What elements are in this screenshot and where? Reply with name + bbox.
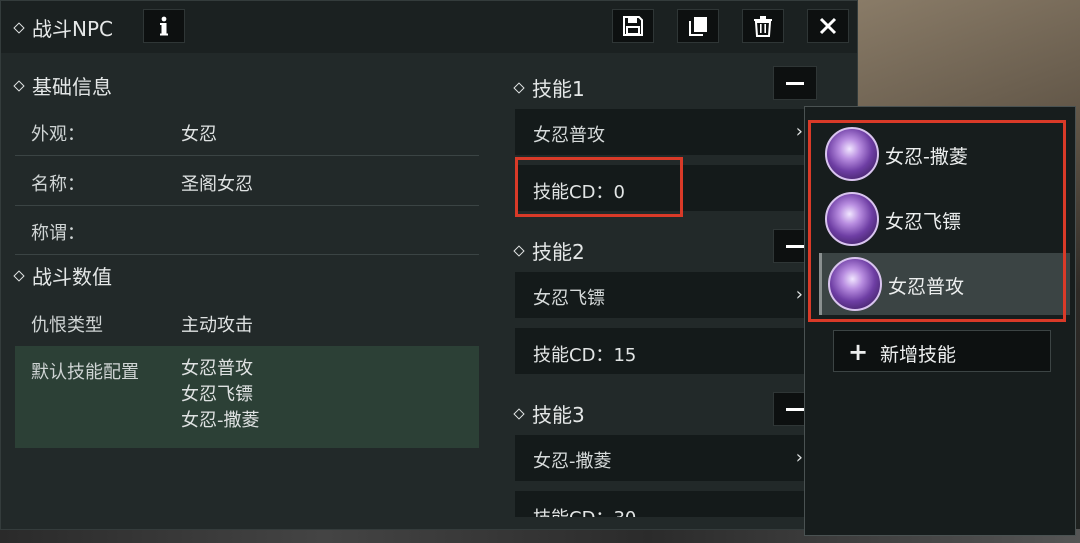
skill3-select[interactable]: 女忍-撒菱 › [515, 435, 815, 481]
delete-button[interactable] [742, 9, 784, 43]
skill2-select[interactable]: 女忍飞镖 › [515, 272, 815, 318]
hate-type-label: 仇恨类型 [31, 315, 103, 336]
skill3-value: 女忍-撒菱 [533, 451, 612, 472]
cd-value: 30 [613, 508, 636, 517]
default-skills-list: 女忍普攻 女忍飞镖 女忍-撒菱 [181, 356, 260, 434]
chevron-right-icon: › [795, 284, 803, 305]
diamond-icon [13, 269, 25, 282]
plus-icon: + [848, 338, 869, 366]
add-skill-label: 新增技能 [880, 344, 957, 366]
info-icon [160, 16, 168, 36]
diamond-icon [513, 244, 525, 257]
skill3-heading-text: 技能3 [532, 403, 585, 427]
combat-heading-text: 战斗数值 [32, 265, 112, 289]
skill2-value: 女忍飞镖 [533, 288, 605, 309]
skill3-cd-field[interactable]: 技能CD：30 [515, 491, 815, 517]
title-row[interactable]: 称谓： [15, 205, 479, 255]
skill1-value: 女忍普攻 [533, 125, 605, 146]
name-row[interactable]: 名称： 圣阁女忍 [15, 156, 479, 206]
combat-heading: 战斗数值 [13, 261, 112, 290]
skill2-heading: 技能2 [513, 236, 585, 265]
copy-icon [689, 17, 707, 36]
diamond-icon [513, 407, 525, 420]
save-button[interactable] [612, 9, 654, 43]
info-button[interactable] [143, 9, 185, 43]
list-item: 女忍普攻 [181, 358, 253, 379]
highlight-box-skill-list [808, 120, 1066, 322]
skill1-select[interactable]: 女忍普攻 › [515, 109, 815, 155]
window-title-text: 战斗NPC [32, 17, 113, 41]
title-bar: 战斗NPC [1, 1, 857, 53]
list-item: 女忍-撒菱 [181, 410, 260, 431]
hate-type-row[interactable]: 仇恨类型 主动攻击 [15, 297, 479, 347]
basic-info-heading-text: 基础信息 [32, 75, 112, 99]
close-icon [819, 17, 837, 35]
copy-button[interactable] [677, 9, 719, 43]
cd-label: 技能CD： [533, 345, 614, 366]
basic-info-heading: 基础信息 [13, 71, 112, 100]
skill1-heading: 技能1 [513, 73, 585, 102]
npc-editor-panel: 战斗NPC 基础信息 外观： 女忍 名称： 圣阁女忍 称谓： 战斗数值 仇恨类型… [0, 0, 858, 530]
diamond-icon [13, 79, 25, 92]
highlight-box-cd [515, 157, 683, 217]
name-value: 圣阁女忍 [181, 174, 253, 195]
add-skill-button[interactable]: + 新增技能 [833, 330, 1051, 372]
chevron-right-icon: › [795, 121, 803, 142]
remove-skill1-button[interactable] [773, 66, 817, 100]
chevron-right-icon: › [795, 447, 803, 468]
trash-icon [754, 16, 772, 37]
cd-label: 技能CD： [533, 508, 613, 517]
skill2-heading-text: 技能2 [532, 240, 585, 264]
close-button[interactable] [807, 9, 849, 43]
default-skills-label: 默认技能配置 [31, 362, 139, 383]
diamond-icon [13, 21, 25, 34]
title-label: 称谓： [31, 223, 85, 244]
skill3-heading: 技能3 [513, 399, 585, 428]
window-title: 战斗NPC [13, 13, 113, 42]
skill2-cd-text: 技能CD：15 [533, 341, 636, 367]
skill1-heading-text: 技能1 [532, 77, 585, 101]
skill2-cd-field[interactable]: 技能CD：15 [515, 328, 815, 374]
appearance-label: 外观： [31, 124, 85, 145]
appearance-value: 女忍 [181, 124, 217, 145]
default-skills-row[interactable]: 默认技能配置 女忍普攻 女忍飞镖 女忍-撒菱 [15, 346, 479, 448]
diamond-icon [513, 81, 525, 94]
save-icon [623, 16, 643, 36]
list-item: 女忍飞镖 [181, 384, 253, 405]
appearance-row[interactable]: 外观： 女忍 [15, 106, 479, 156]
cd-value: 15 [613, 345, 637, 366]
name-label: 名称： [31, 174, 85, 195]
hate-type-value: 主动攻击 [181, 315, 253, 336]
skill3-cd-text: 技能CD：30 [533, 504, 636, 517]
